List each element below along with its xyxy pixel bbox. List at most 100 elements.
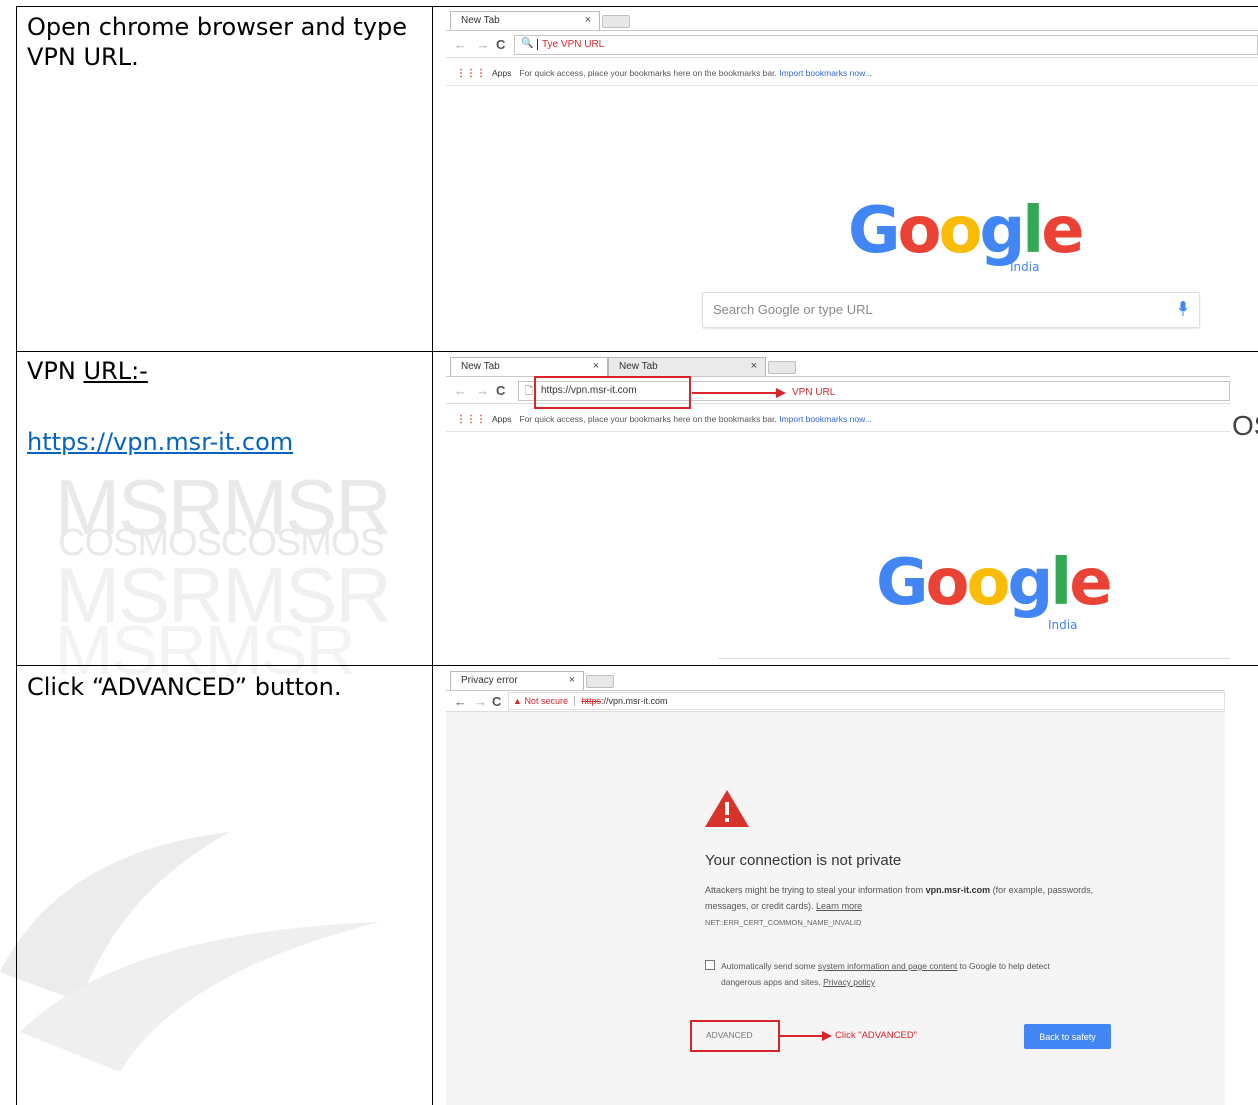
import-bookmarks-link[interactable]: Import bookmarks now... [779, 414, 872, 424]
bookmarks-hint: For quick access, place your bookmarks h… [519, 68, 777, 78]
step-2-label: VPN URL:- [27, 356, 148, 386]
search-placeholder: Search Google or type URL [713, 302, 873, 317]
google-letter: g [1007, 546, 1053, 620]
apps-grid-icon[interactable]: ⋮⋮⋮ [456, 414, 486, 425]
callout-arrow [692, 388, 786, 398]
watermark-globe [0, 832, 380, 1072]
callout-arrow [780, 1031, 832, 1041]
tab-label: New Tab [461, 361, 500, 372]
error-host: vpn.msr-it.com [925, 885, 991, 895]
new-tab-button[interactable] [602, 15, 630, 28]
watermark-cosmos: COSMOSCOSMOS [58, 522, 385, 564]
google-letter: e [1041, 194, 1084, 268]
bookmarks-bar: ⋮⋮⋮ Apps For quick access, place your book… [446, 404, 1230, 432]
google-letter: l [1022, 194, 1044, 268]
checkbox-text-start: Automatically send some [721, 961, 818, 971]
google-logo: Google India [876, 546, 1113, 632]
table-row-divider-1 [16, 351, 1258, 352]
address-bar[interactable]: 🔍 Tye VPN URL [514, 35, 1258, 55]
google-letter: o [897, 194, 942, 268]
url-scheme: https [581, 696, 601, 706]
address-bar[interactable]: ▲ Not secure https://vpn.msr-it.com [508, 692, 1225, 710]
new-tab-button[interactable] [768, 361, 796, 374]
warning-icon: ▲ [513, 696, 522, 706]
google-search-box[interactable]: Search Google or type URL [702, 292, 1200, 328]
back-arrow-icon[interactable]: ← [454, 694, 467, 709]
table-border-left [16, 6, 17, 1105]
bookmarks-bar: ⋮⋮⋮ Apps For quick access, place your book… [446, 58, 1258, 86]
forward-arrow-icon[interactable]: → [476, 37, 489, 52]
close-icon[interactable]: × [593, 360, 599, 372]
page-icon: 🗋 [525, 386, 534, 397]
search-box-edge [718, 658, 1230, 659]
close-icon[interactable]: × [585, 14, 591, 26]
error-description-start: Attackers might be trying to steal your … [705, 885, 926, 895]
watermark-msr-1: MSRMSR [55, 463, 392, 551]
google-region-label: India [1048, 618, 1078, 632]
close-icon[interactable]: × [751, 360, 757, 372]
tab-strip: New Tab × New Tab × [446, 354, 1230, 377]
close-icon[interactable]: × [569, 674, 575, 686]
google-letter: G [848, 194, 901, 268]
google-letter: o [966, 546, 1011, 620]
forward-arrow-icon[interactable]: → [474, 694, 487, 709]
import-bookmarks-link[interactable]: Import bookmarks now... [779, 68, 872, 78]
browser-toolbar: ← → C 🔍 Tye VPN URL [446, 30, 1258, 58]
browser-toolbar: ← → C ▲ Not secure https://vpn.msr-it.co… [446, 690, 1225, 712]
step-2-label-url-word: URL:- [83, 357, 148, 385]
vpn-url-link[interactable]: https://vpn.msr-it.com [27, 428, 293, 456]
google-letter: e [1069, 546, 1112, 620]
tab-new-tab[interactable]: New Tab × [450, 11, 600, 31]
back-arrow-icon[interactable]: ← [454, 383, 467, 398]
step-2-label-prefix: VPN [27, 357, 84, 385]
google-logo: Google India [848, 194, 1085, 274]
tab-strip: Privacy error × [446, 668, 1225, 691]
apps-grid-icon[interactable]: ⋮⋮⋮ [456, 68, 486, 79]
new-tab-button[interactable] [586, 675, 614, 688]
tab-label: Privacy error [461, 675, 518, 686]
forward-arrow-icon[interactable]: → [476, 383, 489, 398]
system-info-link[interactable]: system information and page content [818, 961, 957, 971]
report-checkbox[interactable] [705, 960, 715, 970]
tab-new-tab-2[interactable]: New Tab × [608, 357, 766, 377]
report-checkbox-label: Automatically send some system informati… [721, 958, 1081, 990]
learn-more-link[interactable]: Learn more [816, 901, 862, 911]
reload-icon[interactable]: C [496, 383, 505, 398]
error-code: NET::ERR_CERT_COMMON_NAME_INVALID [705, 918, 862, 927]
microphone-icon[interactable] [1179, 301, 1187, 317]
google-region-label: India [1010, 260, 1040, 274]
not-secure-label: Not secure [524, 696, 575, 706]
step-2-link-wrap: https://vpn.msr-it.com [27, 427, 293, 457]
screenshot-2-vpn-url: New Tab × New Tab × ← → C 🗋 https://vpn.… [446, 354, 1230, 664]
callout-label: Click "ADVANCED" [835, 1030, 918, 1041]
screenshot-1-chrome-new-tab: New Tab × ← → C 🔍 Tye VPN URL ⋮⋮⋮ Apps For… [446, 8, 1258, 350]
google-letter: o [938, 194, 983, 268]
back-arrow-icon[interactable]: ← [454, 37, 467, 52]
address-bar-text: Tye VPN URL [537, 39, 605, 50]
watermark-edge-text: OS [1232, 410, 1258, 441]
google-letter: g [979, 194, 1025, 268]
apps-label[interactable]: Apps [492, 68, 511, 78]
tab-privacy-error[interactable]: Privacy error × [450, 671, 584, 691]
advanced-button[interactable]: ADVANCED [690, 1020, 780, 1052]
back-to-safety-button[interactable]: Back to safety [1024, 1024, 1111, 1049]
google-letter: l [1050, 546, 1072, 620]
search-icon: 🔍 [521, 38, 534, 49]
tab-strip: New Tab × [446, 8, 1258, 31]
bookmarks-hint: For quick access, place your bookmarks h… [519, 414, 777, 424]
table-row-divider-2 [16, 665, 1258, 666]
tab-label: New Tab [461, 15, 500, 26]
reload-icon[interactable]: C [492, 694, 501, 709]
callout-label: VPN URL [792, 387, 836, 398]
error-title: Your connection is not private [705, 852, 902, 869]
table-border-top [16, 6, 1258, 7]
tab-new-tab[interactable]: New Tab × [450, 357, 608, 377]
google-letter: o [925, 546, 970, 620]
step-1-instruction: Open chrome browser and type VPN URL. [27, 13, 407, 71]
step-3-instruction: Click “ADVANCED” button. [27, 673, 342, 701]
google-letter: G [876, 546, 929, 620]
reload-icon[interactable]: C [496, 37, 505, 52]
privacy-policy-link[interactable]: Privacy policy [823, 977, 875, 987]
apps-label[interactable]: Apps [492, 414, 511, 424]
watermark-msr-2: MSRMSR [55, 551, 392, 639]
